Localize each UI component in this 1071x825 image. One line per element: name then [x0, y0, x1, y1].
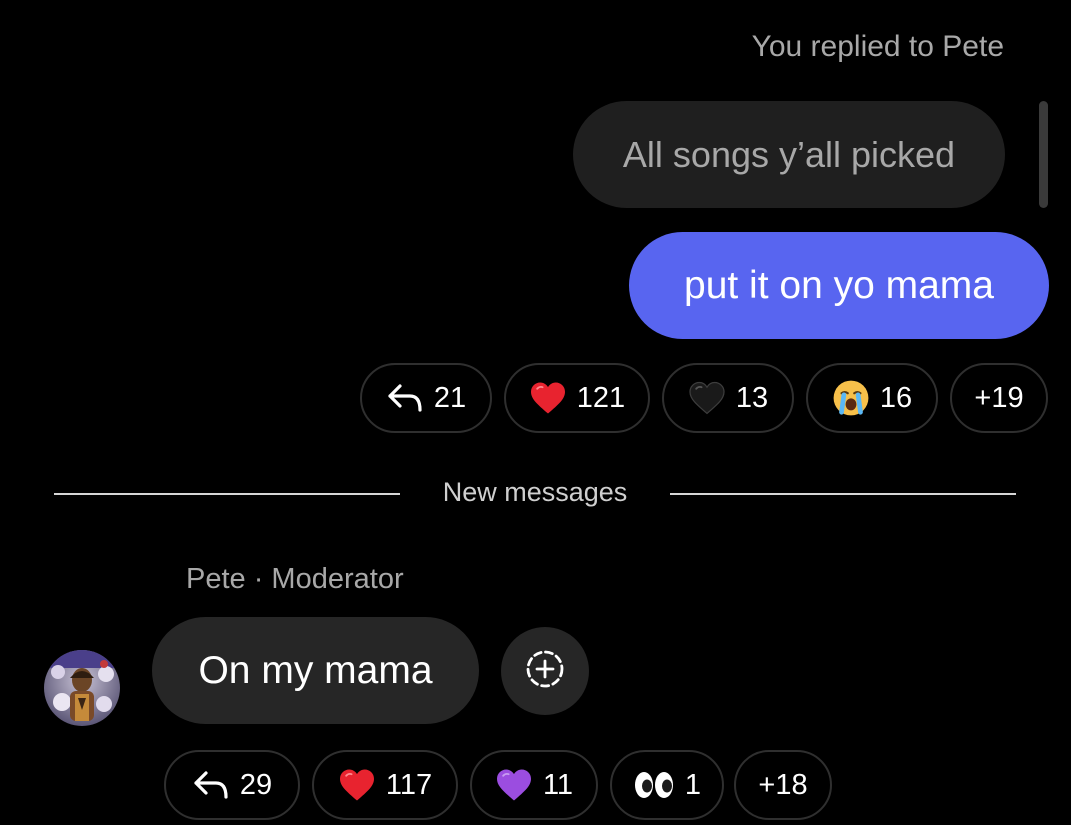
reaction-count: 11 — [542, 768, 574, 801]
reaction-count: 117 — [385, 768, 433, 801]
red-heart-icon — [338, 768, 376, 802]
own-message-text: put it on yo mama — [684, 263, 994, 307]
purple-heart-icon — [495, 768, 533, 802]
reply-context-label: You replied to Pete — [751, 30, 1004, 63]
reaction-count: +19 — [974, 381, 1024, 414]
add-reaction-button[interactable] — [501, 627, 589, 715]
reaction-count: 21 — [433, 381, 467, 414]
reply-count-pill[interactable]: 29 — [164, 750, 300, 820]
crying-face-icon — [832, 379, 870, 417]
reply-count-pill[interactable]: 21 — [360, 363, 492, 433]
eyes-icon — [633, 770, 675, 800]
incoming-message-bubble[interactable]: On my mama — [152, 617, 479, 724]
divider-line-right — [670, 493, 1016, 495]
more-reactions-pill[interactable]: +19 — [950, 363, 1048, 433]
black-heart-icon — [688, 381, 726, 415]
reaction-crying-face-pill[interactable]: 16 — [806, 363, 938, 433]
reaction-count: +18 — [758, 768, 808, 801]
reaction-count: 1 — [684, 768, 702, 801]
reaction-eyes-pill[interactable]: 1 — [610, 750, 724, 820]
own-message-bubble[interactable]: put it on yo mama — [629, 232, 1049, 339]
reaction-count: 29 — [239, 768, 273, 801]
reply-icon — [386, 382, 424, 414]
reaction-count: 16 — [879, 381, 913, 414]
reply-quote-bar — [1039, 101, 1048, 208]
reaction-black-heart-pill[interactable]: 13 — [662, 363, 794, 433]
reaction-red-heart-pill[interactable]: 117 — [312, 750, 458, 820]
more-reactions-pill[interactable]: +18 — [734, 750, 832, 820]
quoted-message-text: All songs y’all picked — [622, 133, 956, 175]
new-messages-divider-label: New messages — [442, 477, 628, 507]
quoted-message-bubble[interactable]: All songs y’all picked — [573, 101, 1005, 208]
add-reaction-icon — [523, 647, 567, 696]
red-heart-icon — [529, 381, 567, 415]
incoming-message-text: On my mama — [198, 648, 433, 692]
reaction-count: 121 — [576, 381, 626, 414]
sender-name: Pete · Moderator — [186, 563, 404, 595]
avatar[interactable] — [44, 650, 120, 726]
reaction-purple-heart-pill[interactable]: 11 — [470, 750, 598, 820]
divider-line-left — [54, 493, 400, 495]
reply-icon — [192, 769, 230, 801]
reaction-count: 13 — [735, 381, 769, 414]
reaction-red-heart-pill[interactable]: 121 — [504, 363, 650, 433]
